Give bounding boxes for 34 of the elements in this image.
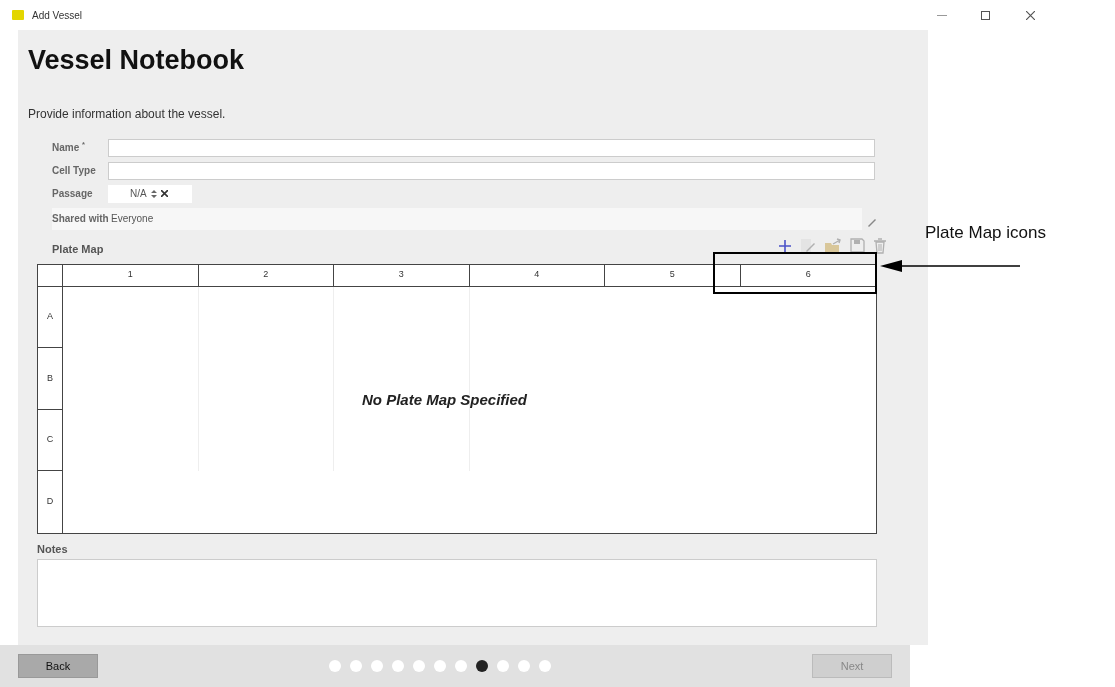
field-label: Cell Type [52,164,97,178]
text-field[interactable] [108,138,875,157]
window-title: Add Vessel [32,8,83,23]
column-header: 3 [334,264,470,287]
column-header: 2 [198,264,334,287]
close-icon[interactable] [1026,10,1035,20]
column-header: 5 [605,264,741,287]
subtitle-text: Provide information about the vessel. [28,105,227,123]
row-header: B [38,348,63,410]
section-label: Plate Map [52,242,104,257]
row-header: A [38,286,63,348]
field-label: Shared with [52,212,108,226]
field-label: Passage [52,187,94,201]
section-label: Notes [37,541,69,557]
plus-icon[interactable] [778,238,792,253]
spinner-field[interactable]: N/A [108,184,192,203]
spinner-arrows-icon[interactable] [150,188,157,199]
row-header: D [38,471,63,533]
field-label: Name $^{*}$ [52,140,86,155]
minimize-icon[interactable] [937,14,947,16]
column-header: 4 [469,264,605,287]
column-header: 6 [740,264,876,287]
callout-text: Plate Map icons [925,222,1046,244]
field-value: Everyone [111,212,154,226]
app-icon [12,10,24,20]
row-header: C [38,409,63,471]
maximize-icon[interactable] [981,10,990,20]
notes-field[interactable] [37,559,877,627]
clear-icon[interactable] [160,190,168,197]
empty-message: No Plate Map Specified [362,389,528,410]
text-field[interactable] [108,161,875,180]
page-heading: Vessel Notebook [28,44,246,77]
column-header: 1 [63,264,199,287]
back-button[interactable]: Back [18,654,98,678]
